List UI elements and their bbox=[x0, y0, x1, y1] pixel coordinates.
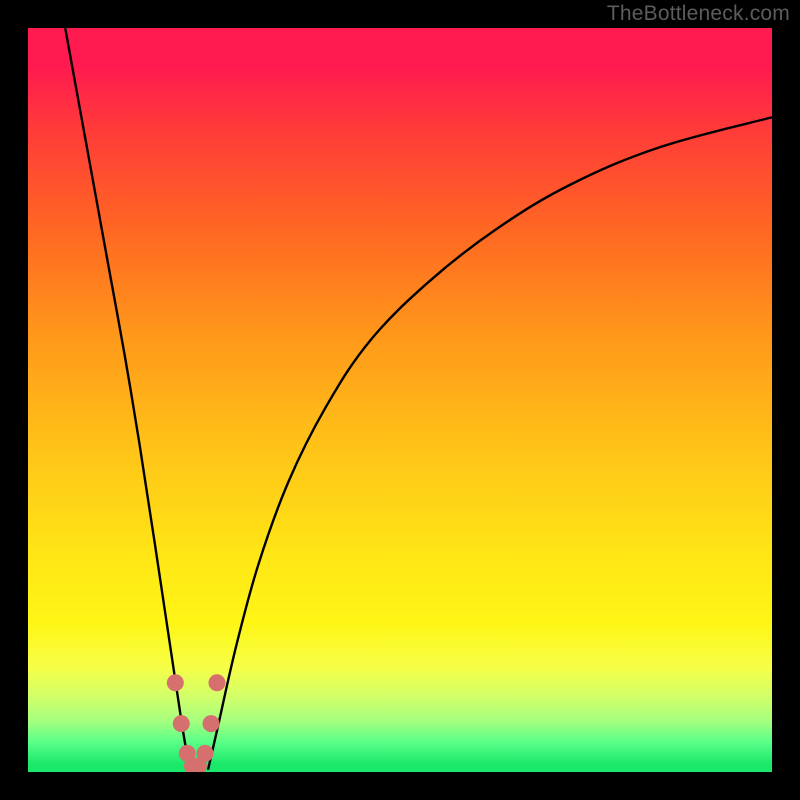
plot-area bbox=[28, 28, 772, 772]
valley-marker-dot bbox=[208, 674, 225, 691]
curve-left-branch bbox=[65, 28, 190, 770]
chart-frame: TheBottleneck.com bbox=[0, 0, 800, 800]
valley-marker-dot bbox=[167, 674, 184, 691]
curve-right-branch bbox=[208, 117, 772, 769]
valley-markers bbox=[167, 674, 226, 772]
valley-marker-dot bbox=[203, 715, 220, 732]
curve-layer bbox=[28, 28, 772, 772]
watermark-text: TheBottleneck.com bbox=[607, 2, 790, 26]
valley-marker-dot bbox=[173, 715, 190, 732]
valley-marker-dot bbox=[197, 745, 214, 762]
